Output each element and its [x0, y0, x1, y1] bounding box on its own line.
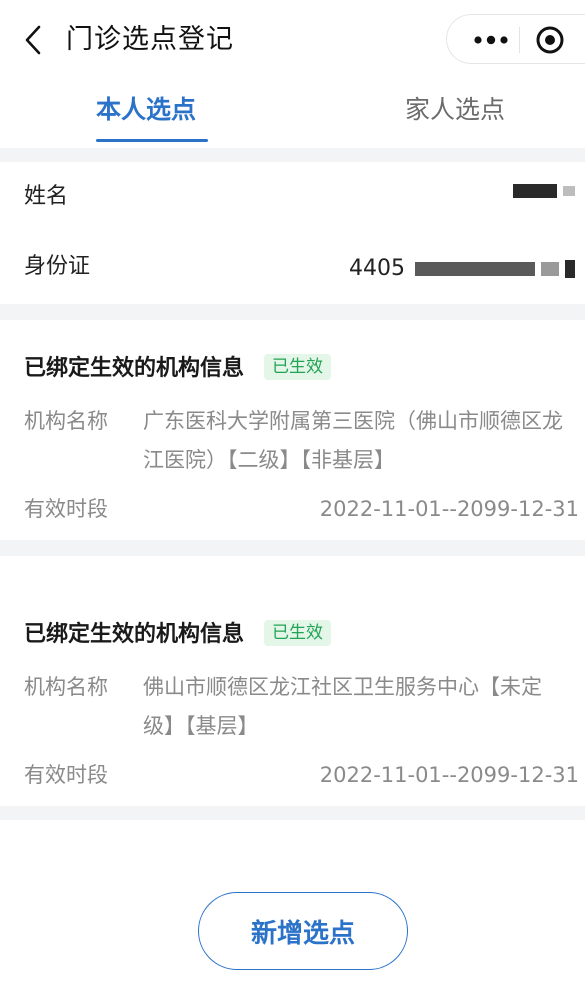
masked-block: [565, 260, 575, 278]
capsule-divider: [519, 27, 520, 53]
navigation-bar: 门诊选点登记: [0, 0, 585, 78]
target-circle-icon: [536, 26, 564, 54]
back-button[interactable]: [18, 22, 48, 58]
add-selection-button[interactable]: 新增选点: [198, 892, 408, 970]
status-badge: 已生效: [264, 354, 331, 380]
section-divider: [0, 540, 585, 556]
page-title: 门诊选点登记: [66, 24, 234, 55]
institution-name-value: 广东医科大学附属第三医院（佛山市顺德区龙江医院）【二级】【非基层】: [143, 409, 563, 472]
valid-period-label: 有效时段: [24, 497, 108, 521]
mini-program-capsule: [446, 14, 585, 64]
masked-block: [415, 262, 535, 276]
institution-card-title: 已绑定生效的机构信息: [24, 622, 245, 647]
institution-name-label: 机构名称: [24, 675, 108, 699]
institution-name-value: 佛山市顺德区龙江社区卫生服务中心【未定级】【基层】: [143, 675, 542, 738]
valid-period-value: 2022-11-01--2099-12-31: [319, 763, 579, 787]
tab-family[interactable]: 家人选点: [405, 88, 505, 132]
close-mini-program-button[interactable]: [535, 25, 565, 55]
id-value-prefix: 4405: [349, 256, 405, 281]
id-label: 身份证: [24, 254, 91, 279]
more-dots-icon: [474, 35, 508, 45]
section-divider: [0, 806, 585, 820]
tab-self[interactable]: 本人选点: [96, 88, 196, 132]
masked-block: [513, 184, 557, 198]
tab-bar: 本人选点 家人选点: [0, 78, 585, 148]
chevron-left-icon: [25, 25, 41, 55]
section-divider: [0, 304, 585, 320]
valid-period-label: 有效时段: [24, 763, 108, 787]
section-divider: [0, 148, 585, 162]
masked-block: [541, 262, 559, 276]
institution-card: 已绑定生效的机构信息 已生效 机构名称 广东医科大学附属第三医院（佛山市顺德区龙…: [0, 320, 585, 540]
name-label: 姓名: [24, 184, 69, 209]
identity-card: 姓名 身份证 4405: [0, 162, 585, 304]
masked-block: [563, 186, 575, 196]
page: 门诊选点登记 本人选点 家人选点 姓名 身份证 4405 已绑定生效的机构信息 …: [0, 0, 585, 981]
name-value-masked: [507, 184, 575, 198]
more-button[interactable]: [463, 27, 519, 53]
institution-name-label: 机构名称: [24, 409, 108, 433]
id-value: 4405: [349, 254, 575, 284]
valid-period-value: 2022-11-01--2099-12-31: [319, 497, 579, 521]
institution-card: 已绑定生效的机构信息 已生效 机构名称 佛山市顺德区龙江社区卫生服务中心【未定级…: [0, 556, 585, 806]
active-tab-indicator: [96, 139, 208, 142]
institution-card-title: 已绑定生效的机构信息: [24, 356, 245, 381]
status-badge: 已生效: [264, 620, 331, 646]
